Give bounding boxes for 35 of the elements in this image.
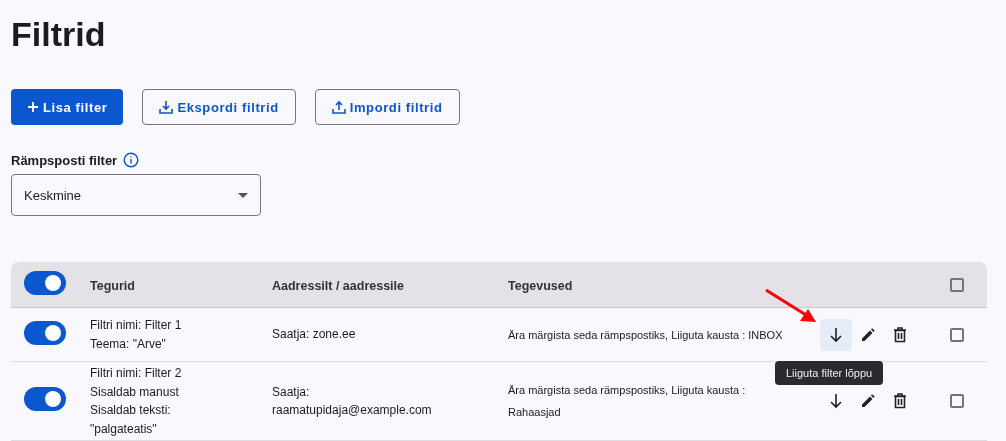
info-icon[interactable] xyxy=(123,152,140,168)
dropdown-caret-icon xyxy=(238,192,248,198)
row-checkbox[interactable] xyxy=(950,394,964,408)
column-header: Tegurid xyxy=(90,278,135,293)
trash-icon xyxy=(893,326,907,343)
address-text: Saatja: zone.ee xyxy=(272,326,357,344)
pencil-icon xyxy=(860,326,876,343)
row-checkbox[interactable] xyxy=(950,327,964,342)
actions-text: Ära märgista seda rämpspostiks, Liiguta kausta : INBOX xyxy=(508,327,784,343)
spam-filter-label: Rämpsposti filter xyxy=(11,152,118,168)
down-arrow-icon xyxy=(829,326,843,343)
address-text: Saatja: raamatupidaja@example.com xyxy=(272,383,433,419)
add-filters-button[interactable]: Lisa filter xyxy=(11,89,124,125)
column-header: Aadressilt / aadressile xyxy=(272,278,405,293)
filter-switch[interactable] xyxy=(24,320,66,345)
trash-icon xyxy=(893,393,907,409)
conditions-text: Filtri nimi: Filter 2 Sisaldab manust Sisaldab teksti: "palgateatis" xyxy=(90,365,183,438)
upload-icon xyxy=(331,100,346,114)
import-filters-button[interactable]: Impordi filtrid xyxy=(314,89,460,125)
spam-filter-select[interactable]: Keskmine xyxy=(11,174,261,216)
page-title: Filtrid xyxy=(11,14,107,54)
toggle-all-switch[interactable] xyxy=(24,270,66,295)
annotation-arrow xyxy=(764,288,818,324)
actions-text: Ära märgista seda rämpspostiks, Liiguta kausta : Rahaasjad xyxy=(508,383,747,420)
conditions-text: Filtri nimi: Filter 1 Teema: "Arve" xyxy=(90,317,183,353)
pencil-icon xyxy=(860,393,876,409)
tooltip: Liiguta filter lõppu xyxy=(775,360,884,385)
select-all-checkbox[interactable] xyxy=(950,277,964,292)
column-header: Tegevused xyxy=(508,278,573,293)
down-arrow-icon xyxy=(829,393,843,409)
move-to-end-button[interactable] xyxy=(820,318,852,351)
download-icon xyxy=(159,100,174,114)
plus-icon xyxy=(27,101,39,113)
filter-switch[interactable] xyxy=(24,387,66,411)
export-filters-button[interactable]: Ekspordi filtrid xyxy=(142,89,296,125)
